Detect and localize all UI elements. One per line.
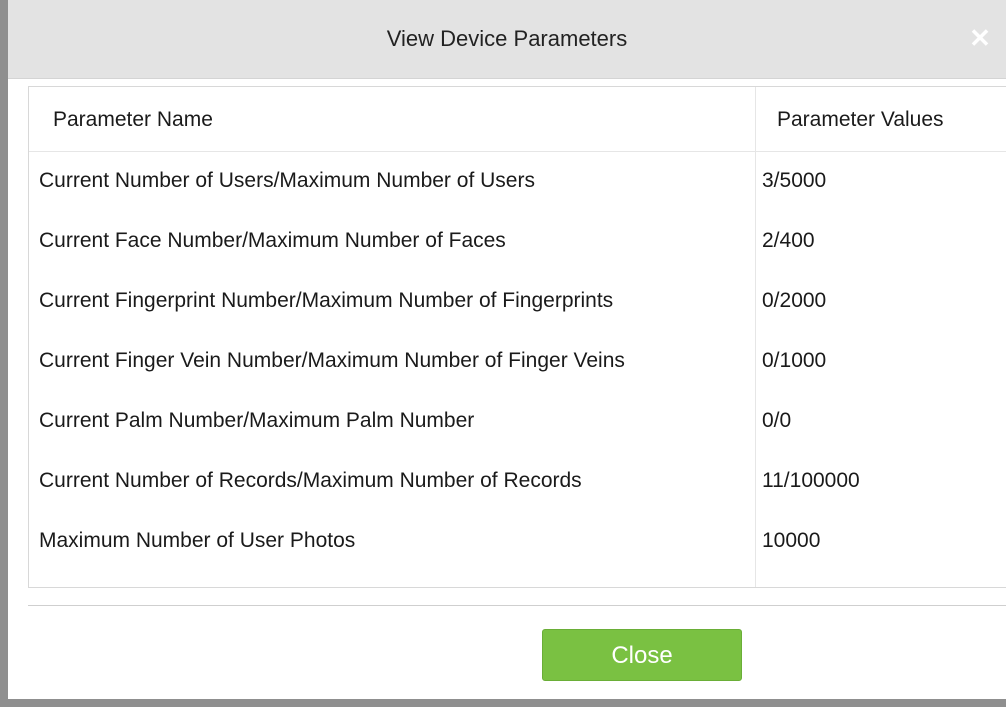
parameters-table: Parameter Name Parameter Values Current … [28, 86, 1006, 588]
dialog-title: View Device Parameters [386, 26, 628, 51]
parameter-value-cell: 0/0 [762, 409, 792, 432]
parameter-value-cell: 3/5000 [762, 169, 827, 192]
parameter-value-cell: 0/1000 [762, 349, 827, 372]
footer-divider [28, 605, 1006, 606]
header-parameter-values[interactable]: Parameter Values [777, 108, 944, 132]
parameter-name-cell: Current Palm Number/Maximum Palm Number [39, 409, 475, 432]
parameter-name-cell: Maximum Number of User Photos [39, 529, 356, 552]
view-device-parameters-dialog: View Device Parameters ✕ Parameter Name … [8, 0, 1006, 699]
parameter-name-cell: Current Finger Vein Number/Maximum Numbe… [39, 349, 625, 372]
parameter-value-cell: 0/2000 [762, 289, 827, 312]
dialog-titlebar: View Device Parameters ✕ [8, 0, 1006, 79]
table-row: Current Palm Number/Maximum Palm Number … [29, 393, 1006, 453]
table-row: Current Fingerprint Number/Maximum Numbe… [29, 273, 1006, 333]
parameter-name-cell: Current Number of Users/Maximum Number o… [39, 169, 535, 192]
table-row: Current Number of Users/Maximum Number o… [29, 153, 1006, 213]
close-button[interactable]: Close [542, 629, 742, 681]
parameter-value-cell: 11/100000 [762, 469, 860, 492]
table-row: Current Number of Records/Maximum Number… [29, 453, 1006, 513]
parameter-value-cell: 2/400 [762, 229, 815, 252]
close-icon[interactable]: ✕ [964, 22, 996, 54]
header-divider [29, 151, 1006, 152]
parameter-name-cell: Current Fingerprint Number/Maximum Numbe… [39, 289, 614, 312]
table-row: Maximum Number of User Photos 10000 [29, 513, 1006, 573]
table-row: Current Face Number/Maximum Number of Fa… [29, 213, 1006, 273]
parameter-value-cell: 10000 [762, 529, 821, 552]
table-row: Current Finger Vein Number/Maximum Numbe… [29, 333, 1006, 393]
parameter-name-cell: Current Number of Records/Maximum Number… [39, 469, 582, 492]
header-parameter-name[interactable]: Parameter Name [53, 108, 213, 132]
parameter-name-cell: Current Face Number/Maximum Number of Fa… [39, 229, 506, 252]
